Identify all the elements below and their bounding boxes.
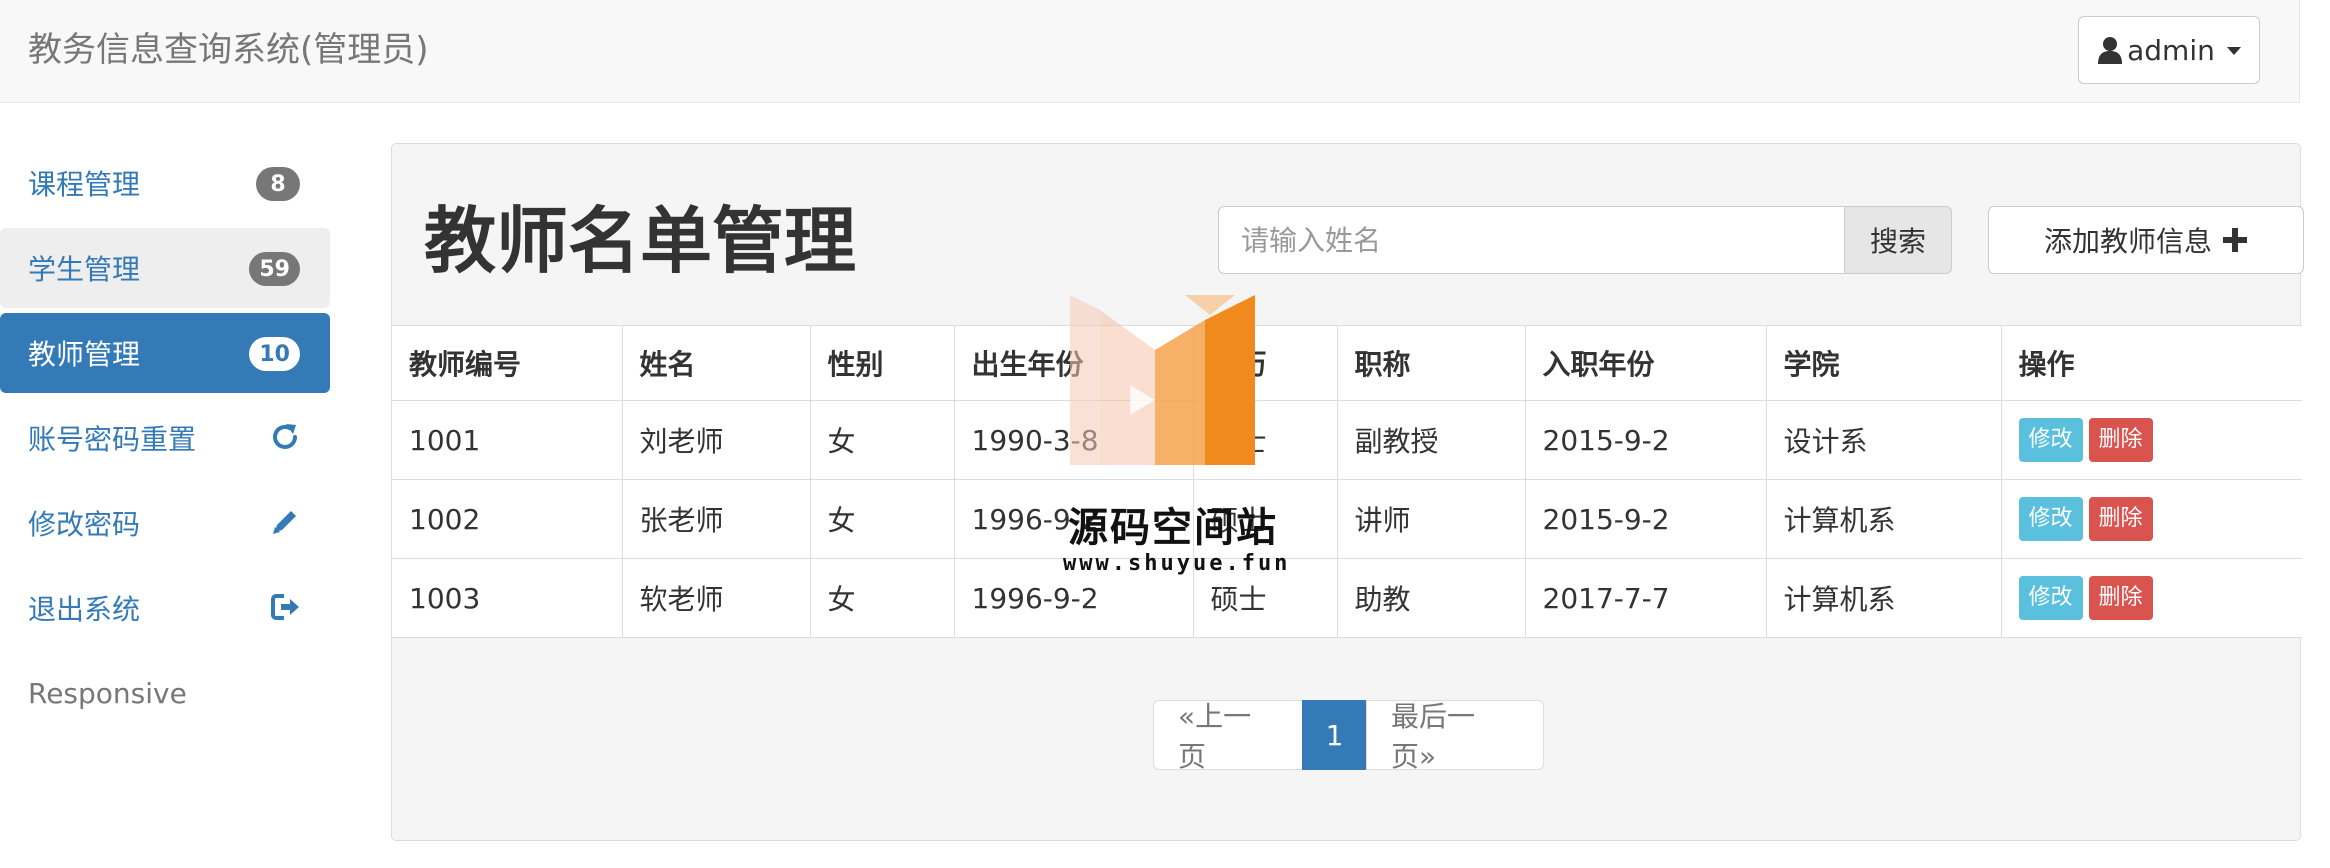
cell-hire-date: 2017-7-7 <box>1524 558 1767 638</box>
sidebar-item-label: 退出系统 <box>28 593 141 626</box>
sidebar-item-students[interactable]: 学生管理 59 <box>0 228 330 308</box>
column-header: 入职年份 <box>1524 325 1767 401</box>
sidebar-item-label: 教师管理 <box>28 338 141 371</box>
delete-button[interactable]: 删除 <box>2088 576 2153 620</box>
cell-college: 计算机系 <box>1765 558 2002 638</box>
sidebar-item-courses[interactable]: 课程管理 8 <box>0 143 330 223</box>
top-navbar: 教务信息查询系统(管理员) admin <box>0 0 2300 103</box>
sidebar-footer-text: Responsive <box>28 676 187 710</box>
cell-title: 副教授 <box>1336 400 1526 480</box>
cell-id: 1001 <box>392 400 623 480</box>
column-header: 出生年份 <box>953 325 1194 401</box>
main-panel: 教师名单管理 搜索 添加教师信息 教师编号 姓名 性别 出生年份 学历 职称 入… <box>391 143 2304 841</box>
cell-actions: 修改 删除 <box>2000 400 2302 480</box>
table-header-row: 教师编号 姓名 性别 出生年份 学历 职称 入职年份 学院 操作 <box>392 325 2302 401</box>
cell-name: 张老师 <box>621 479 811 559</box>
delete-button[interactable]: 删除 <box>2088 497 2153 541</box>
column-header: 职称 <box>1336 325 1526 401</box>
teacher-table: 教师编号 姓名 性别 出生年份 学历 职称 入职年份 学院 操作 1001 刘老… <box>392 325 2302 638</box>
edit-button[interactable]: 修改 <box>2018 418 2083 462</box>
add-teacher-label: 添加教师信息 <box>2043 225 2212 258</box>
caret-down-icon <box>2226 47 2241 55</box>
plus-icon <box>2223 228 2247 252</box>
cell-id: 1003 <box>392 558 623 638</box>
sidebar-item-change-password[interactable]: 修改密码 <box>0 483 330 563</box>
pencil-icon <box>273 511 296 534</box>
cell-gender: 女 <box>809 558 955 638</box>
cell-gender: 女 <box>809 479 955 559</box>
cell-name: 刘老师 <box>621 400 811 480</box>
user-menu-label: admin <box>2127 33 2215 67</box>
prev-page-link[interactable]: «上一页 <box>1153 700 1303 773</box>
sidebar-item-teachers[interactable]: 教师管理 10 <box>0 313 330 393</box>
cell-title: 讲师 <box>1336 479 1526 559</box>
pagination: «上一页 1 最后一页» <box>1153 700 1544 773</box>
logout-icon <box>271 594 299 620</box>
search-group: 搜索 <box>1218 206 1952 274</box>
column-header: 学历 <box>1192 325 1338 401</box>
current-page-link[interactable]: 1 <box>1301 700 1368 770</box>
cell-gender: 女 <box>809 400 955 480</box>
sidebar-item-logout[interactable]: 退出系统 <box>0 568 330 648</box>
cell-actions: 修改 删除 <box>2000 479 2302 559</box>
table-row: 1003 软老师 女 1996-9-2 硕士 助教 2017-7-7 计算机系 … <box>392 558 2302 638</box>
sidebar-item-reset-password[interactable]: 账号密码重置 <box>0 398 330 478</box>
cell-name: 软老师 <box>621 558 811 638</box>
user-icon <box>2098 37 2123 64</box>
cell-hire-date: 2015-9-2 <box>1524 400 1767 480</box>
column-header: 操作 <box>2000 325 2302 401</box>
watermark-title: 源码空间站 <box>1068 505 1278 551</box>
edit-button[interactable]: 修改 <box>2018 576 2083 620</box>
sidebar-item-label: 账号密码重置 <box>28 423 197 456</box>
cell-id: 1002 <box>392 479 623 559</box>
cell-college: 计算机系 <box>1765 479 2002 559</box>
column-header: 性别 <box>809 325 955 401</box>
app-brand[interactable]: 教务信息查询系统(管理员) <box>28 24 429 76</box>
sidebar-item-label: 修改密码 <box>28 508 141 541</box>
refresh-icon <box>273 424 297 449</box>
count-badge: 10 <box>249 337 300 371</box>
column-header: 教师编号 <box>392 325 623 401</box>
count-badge: 8 <box>256 167 300 201</box>
edit-button[interactable]: 修改 <box>2018 497 2083 541</box>
table-row: 1001 刘老师 女 1990-3-8 硕士 副教授 2015-9-2 设计系 … <box>392 400 2302 480</box>
last-page-link[interactable]: 最后一页» <box>1366 700 1544 773</box>
column-header: 学院 <box>1765 325 2002 401</box>
cell-birth: 1990-3-8 <box>953 400 1194 480</box>
cell-degree: 硕士 <box>1192 400 1338 480</box>
watermark-url: www.shuyue.fun <box>1063 551 1291 576</box>
column-header: 姓名 <box>621 325 811 401</box>
delete-button[interactable]: 删除 <box>2088 418 2153 462</box>
count-badge: 59 <box>249 252 300 286</box>
sidebar-item-label: 学生管理 <box>28 253 141 286</box>
sidebar: 课程管理 8 学生管理 59 教师管理 10 账号密码重置 修改密码 退出系统 … <box>0 143 330 733</box>
search-input[interactable] <box>1218 206 1844 274</box>
add-teacher-button[interactable]: 添加教师信息 <box>1988 206 2304 274</box>
page-title: 教师名单管理 <box>424 199 857 283</box>
cell-college: 设计系 <box>1765 400 2002 480</box>
user-menu-button[interactable]: admin <box>2078 16 2260 84</box>
sidebar-item-label: 课程管理 <box>28 168 141 201</box>
cell-hire-date: 2015-9-2 <box>1524 479 1767 559</box>
cell-title: 助教 <box>1336 558 1526 638</box>
table-row: 1002 张老师 女 1996-9-2 硕士 讲师 2015-9-2 计算机系 … <box>392 479 2302 559</box>
cell-actions: 修改 删除 <box>2000 558 2302 638</box>
search-button[interactable]: 搜索 <box>1844 206 1952 274</box>
